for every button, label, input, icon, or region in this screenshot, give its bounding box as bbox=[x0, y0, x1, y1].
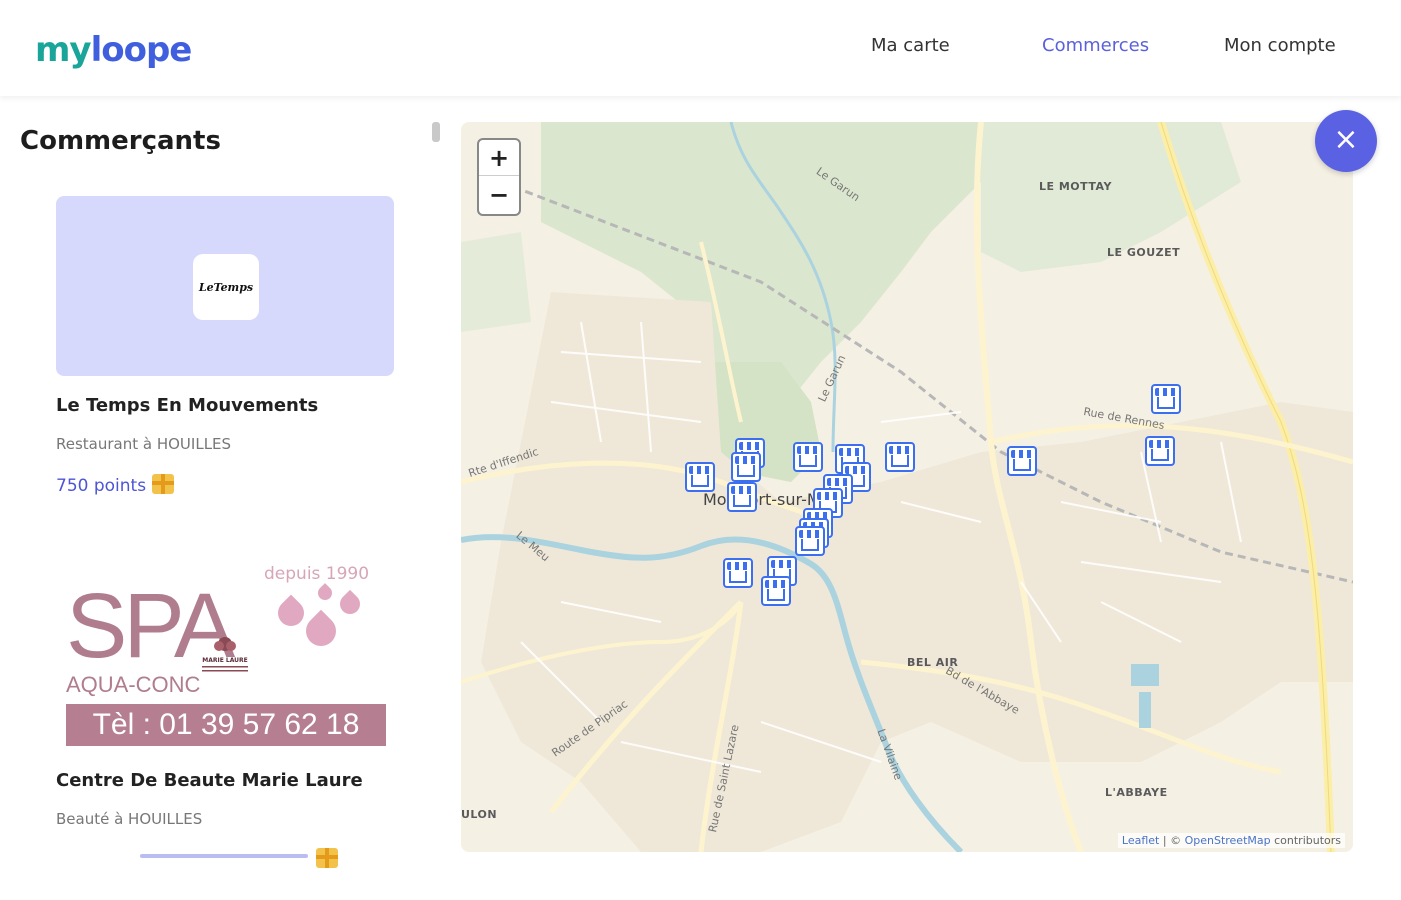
gift-icon bbox=[152, 474, 175, 494]
shop-marker-icon[interactable] bbox=[793, 442, 823, 472]
shop-marker-icon[interactable] bbox=[761, 576, 791, 606]
shop-marker-icon[interactable] bbox=[795, 526, 825, 556]
spa-phone: Tèl : 01 39 57 62 18 bbox=[66, 704, 386, 746]
myloope-logo[interactable]: myloope bbox=[35, 30, 193, 70]
attribution-separator: | © bbox=[1159, 834, 1185, 847]
merchant-card-image[interactable]: SPA depuis 1990 MARIE LAURE AQUA-CONC Tè… bbox=[56, 564, 394, 754]
map-attribution: Leaflet | © OpenStreetMap contributors bbox=[1117, 833, 1345, 848]
merchant-points-partial bbox=[140, 854, 308, 858]
logo-part-loope: loope bbox=[90, 30, 193, 70]
merchants-map[interactable]: + − LE MOTTAY LE GOUZET BEL AIR L'ABBAYE… bbox=[461, 122, 1353, 852]
map-tiles bbox=[461, 122, 1353, 852]
drop-icon bbox=[272, 594, 310, 632]
osm-link[interactable]: OpenStreetMap bbox=[1185, 834, 1271, 847]
logo-part-my: my bbox=[35, 30, 92, 70]
place-label: ULON bbox=[461, 808, 498, 821]
emblem-label: MARIE LAURE bbox=[202, 657, 248, 664]
drop-icon bbox=[335, 589, 365, 619]
nav-mon-compte[interactable]: Mon compte bbox=[1224, 35, 1336, 56]
zoom-in-button[interactable]: + bbox=[479, 140, 519, 176]
merchant-points: 750 points bbox=[56, 474, 175, 496]
place-label: LE GOUZET bbox=[1107, 246, 1181, 259]
nav-commerces[interactable]: Commerces bbox=[1042, 35, 1149, 56]
shop-marker-icon[interactable] bbox=[685, 462, 715, 492]
drop-icon bbox=[315, 583, 335, 603]
shop-marker-icon[interactable] bbox=[1151, 384, 1181, 414]
close-map-button[interactable]: × bbox=[1315, 110, 1377, 172]
merchant-name[interactable]: Centre De Beaute Marie Laure bbox=[56, 770, 363, 791]
shop-marker-icon[interactable] bbox=[731, 452, 761, 482]
shop-marker-icon[interactable] bbox=[723, 558, 753, 588]
attribution-tail: contributors bbox=[1270, 834, 1341, 847]
merchant-points-label: 750 points bbox=[56, 476, 147, 496]
place-label: L'ABBAYE bbox=[1105, 786, 1168, 799]
close-icon: × bbox=[1333, 122, 1359, 157]
shop-marker-icon[interactable] bbox=[727, 482, 757, 512]
place-label: LE MOTTAY bbox=[1039, 180, 1112, 193]
salon-emblem: MARIE LAURE bbox=[194, 634, 256, 676]
zoom-out-button[interactable]: − bbox=[479, 177, 519, 213]
leaflet-link[interactable]: Leaflet bbox=[1122, 834, 1159, 847]
spa-since: depuis 1990 bbox=[264, 564, 370, 584]
sidebar-scrollbar[interactable] bbox=[432, 122, 440, 142]
merchant-card-image[interactable]: LeTemps bbox=[56, 196, 394, 376]
merchant-category: Beauté à HOUILLES bbox=[56, 810, 203, 828]
merchant-logo: LeTemps bbox=[193, 254, 259, 320]
nav-ma-carte[interactable]: Ma carte bbox=[871, 35, 950, 56]
shop-marker-icon[interactable] bbox=[1007, 446, 1037, 476]
merchant-name[interactable]: Le Temps En Mouvements bbox=[56, 395, 318, 416]
gift-icon bbox=[316, 848, 338, 868]
zoom-control: + − bbox=[477, 138, 521, 216]
top-header: myloope Ma carte Commerces Mon compte bbox=[0, 0, 1401, 96]
shop-marker-icon[interactable] bbox=[1145, 436, 1175, 466]
drop-icon bbox=[299, 609, 343, 653]
sidebar-title: Commerçants bbox=[20, 126, 221, 156]
merchants-sidebar: Commerçants LeTemps Le Temps En Mouvemen… bbox=[0, 96, 445, 900]
merchant-category: Restaurant à HOUILLES bbox=[56, 435, 232, 453]
spa-tagline: AQUA-CONC bbox=[66, 672, 201, 697]
shop-marker-icon[interactable] bbox=[885, 442, 915, 472]
